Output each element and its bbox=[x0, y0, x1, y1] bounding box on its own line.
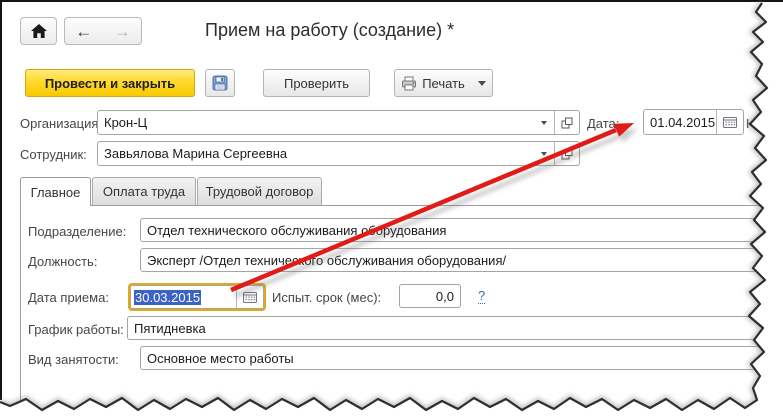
open-icon bbox=[561, 117, 573, 128]
check-button[interactable]: Проверить bbox=[263, 69, 370, 97]
hire-date-field-focused[interactable]: 30.03.2015 bbox=[128, 283, 266, 311]
hire-date-label: Дата приема: bbox=[28, 290, 109, 305]
date-field[interactable]: 01.04.2015 bbox=[643, 109, 744, 135]
schedule-field[interactable]: Пятидневка bbox=[127, 316, 783, 340]
position-label: Должность: bbox=[28, 254, 98, 269]
selected-text: 30.03.2015 bbox=[134, 289, 202, 305]
tab-contract[interactable]: Трудовой договор bbox=[197, 177, 322, 205]
open-icon bbox=[561, 148, 573, 159]
post-and-close-button[interactable]: Провести и закрыть bbox=[25, 69, 195, 97]
probation-field[interactable]: 0,0 bbox=[399, 284, 461, 308]
employee-open-button[interactable] bbox=[554, 142, 579, 165]
print-button[interactable]: Печать bbox=[394, 69, 493, 97]
printer-icon bbox=[402, 76, 417, 90]
history-nav-group: ← → bbox=[64, 17, 142, 45]
employee-value[interactable]: Завьялова Марина Сергеевна bbox=[98, 142, 534, 165]
probation-label: Испыт. срок (мес): bbox=[272, 290, 382, 305]
frame-border-left bbox=[0, 0, 2, 400]
chevron-down-icon bbox=[541, 151, 547, 156]
chevron-down-icon bbox=[541, 120, 547, 125]
hire-date-value[interactable]: 30.03.2015 bbox=[131, 286, 236, 308]
employee-dropdown-button[interactable] bbox=[534, 142, 554, 165]
employment-field[interactable]: Основное место работы bbox=[140, 346, 783, 370]
home-button[interactable] bbox=[20, 17, 57, 45]
home-icon bbox=[30, 24, 47, 38]
save-icon bbox=[212, 75, 228, 91]
date-label: Дата: bbox=[587, 116, 620, 131]
calendar-icon bbox=[723, 116, 737, 128]
employee-field[interactable]: Завьялова Марина Сергеевна bbox=[97, 141, 580, 166]
print-dropdown-icon[interactable] bbox=[477, 80, 486, 86]
probation-help-link[interactable]: ? bbox=[478, 288, 486, 305]
app-window: ← → Прием на работу (создание) * Провест… bbox=[0, 0, 783, 418]
forward-arrow-icon: → bbox=[113, 21, 131, 41]
department-field[interactable]: Отдел технического обслуживания оборудов… bbox=[140, 218, 783, 242]
organization-value[interactable]: Крон-Ц bbox=[98, 111, 534, 134]
forward-button[interactable]: → bbox=[104, 23, 142, 40]
print-button-label: Печать bbox=[422, 75, 465, 91]
save-button[interactable] bbox=[205, 69, 235, 97]
page-title: Прием на работу (создание) * bbox=[205, 20, 455, 40]
frame-border-top bbox=[0, 0, 783, 2]
position-field[interactable]: Эксперт /Отдел технического обслуживания… bbox=[140, 248, 783, 272]
date-calendar-button[interactable] bbox=[716, 110, 743, 134]
back-arrow-icon: ← bbox=[75, 21, 93, 41]
organization-dropdown-button[interactable] bbox=[534, 111, 554, 134]
tab-main[interactable]: Главное bbox=[20, 177, 91, 206]
organization-open-button[interactable] bbox=[554, 111, 579, 134]
hire-date-calendar-button[interactable] bbox=[236, 286, 263, 308]
organization-label: Организация: bbox=[20, 116, 103, 131]
tab-salary[interactable]: Оплата труда bbox=[92, 177, 196, 205]
back-button[interactable]: ← bbox=[65, 23, 103, 40]
organization-field[interactable]: Крон-Ц bbox=[97, 110, 580, 135]
schedule-label: График работы: bbox=[28, 322, 124, 337]
employee-label: Сотрудник: bbox=[20, 147, 87, 162]
department-label: Подразделение: bbox=[28, 224, 127, 239]
date-value[interactable]: 01.04.2015 bbox=[644, 110, 716, 134]
employment-label: Вид занятости: bbox=[28, 352, 119, 367]
number-label-clipped: Ном bbox=[746, 116, 772, 131]
calendar-icon bbox=[243, 291, 257, 303]
